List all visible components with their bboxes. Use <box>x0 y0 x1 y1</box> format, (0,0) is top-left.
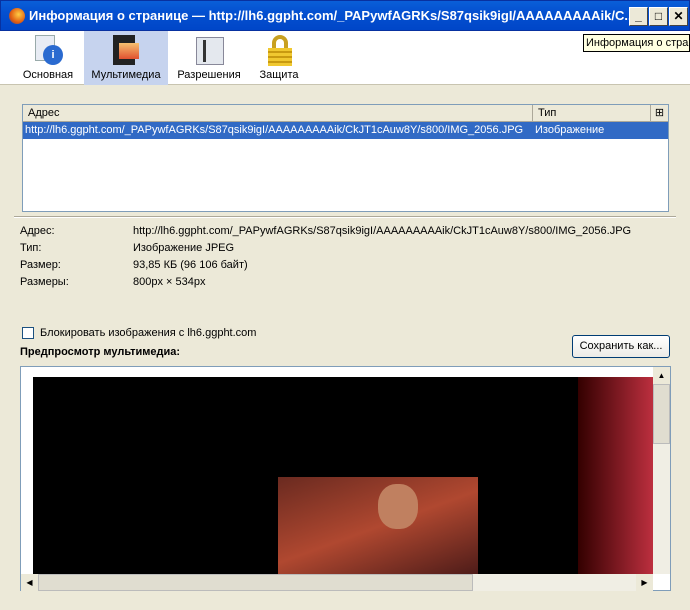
block-images-checkbox[interactable] <box>22 327 34 339</box>
preview-heading: Предпросмотр мультимедиа: <box>20 346 181 358</box>
firefox-icon <box>9 8 25 24</box>
tab-media[interactable]: Мультимедиа <box>84 31 168 85</box>
lock-icon <box>264 35 294 67</box>
row-type: Изображение <box>535 124 605 136</box>
info-icon: i <box>33 35 63 67</box>
tab-label: Защита <box>259 69 299 81</box>
tab-security[interactable]: Защита <box>250 31 308 85</box>
maximize-button[interactable]: □ <box>649 7 668 26</box>
detail-label: Размеры: <box>20 276 69 288</box>
detail-value: http://lh6.ggpht.com/_PAPywfAGRKs/S87qsi… <box>133 225 632 237</box>
detail-label: Тип: <box>20 242 42 254</box>
detail-label: Размер: <box>20 259 61 271</box>
row-address: http://lh6.ggpht.com/_PAPywfAGRKs/S87qsi… <box>25 124 524 136</box>
column-header-type[interactable]: Тип <box>533 105 651 122</box>
window-title: Информация о странице — http://lh6.ggpht… <box>29 8 629 23</box>
column-header-address[interactable]: Адрес <box>23 105 533 122</box>
title-bar[interactable]: Информация о странице — http://lh6.ggpht… <box>0 0 690 31</box>
minimize-button[interactable]: _ <box>629 7 648 26</box>
scroll-up-arrow-icon[interactable]: ▲ <box>653 367 670 384</box>
scroll-left-arrow-icon[interactable]: ◀ <box>21 574 38 591</box>
media-list[interactable]: Адрес Тип ⊞ http://lh6.ggpht.com/_PAPywf… <box>22 104 669 212</box>
permissions-icon <box>194 35 224 67</box>
vertical-scroll-thumb[interactable] <box>653 384 670 444</box>
vertical-scrollbar[interactable]: ▲ <box>653 367 670 574</box>
column-picker-icon[interactable]: ⊞ <box>651 105 668 122</box>
media-preview: ▲ ◀ ▶ <box>20 366 671 591</box>
horizontal-scrollbar[interactable]: ◀ ▶ <box>21 574 653 591</box>
preview-image <box>33 377 655 574</box>
detail-value: 800px × 534px <box>133 276 206 288</box>
block-images-label[interactable]: Блокировать изображения с lh6.ggpht.com <box>40 327 256 339</box>
tooltip: Информация о стран <box>583 34 690 52</box>
scroll-right-arrow-icon[interactable]: ▶ <box>636 574 653 591</box>
tab-label: Основная <box>22 69 74 81</box>
detail-value: Изображение JPEG <box>133 242 235 254</box>
close-button[interactable]: ✕ <box>669 7 688 26</box>
horizontal-scroll-thumb[interactable] <box>38 574 473 591</box>
media-icon <box>111 35 141 67</box>
tab-permissions[interactable]: Разрешения <box>172 31 246 85</box>
detail-label: Адрес: <box>20 225 55 237</box>
tab-label: Разрешения <box>177 69 241 81</box>
save-as-button[interactable]: Сохранить как... <box>572 335 670 358</box>
tab-label: Мультимедиа <box>91 69 161 81</box>
table-row[interactable]: http://lh6.ggpht.com/_PAPywfAGRKs/S87qsi… <box>23 122 668 139</box>
tab-general[interactable]: i Основная <box>14 31 82 85</box>
detail-value: 93,85 КБ (96 106 байт) <box>133 259 248 271</box>
divider <box>14 216 676 218</box>
